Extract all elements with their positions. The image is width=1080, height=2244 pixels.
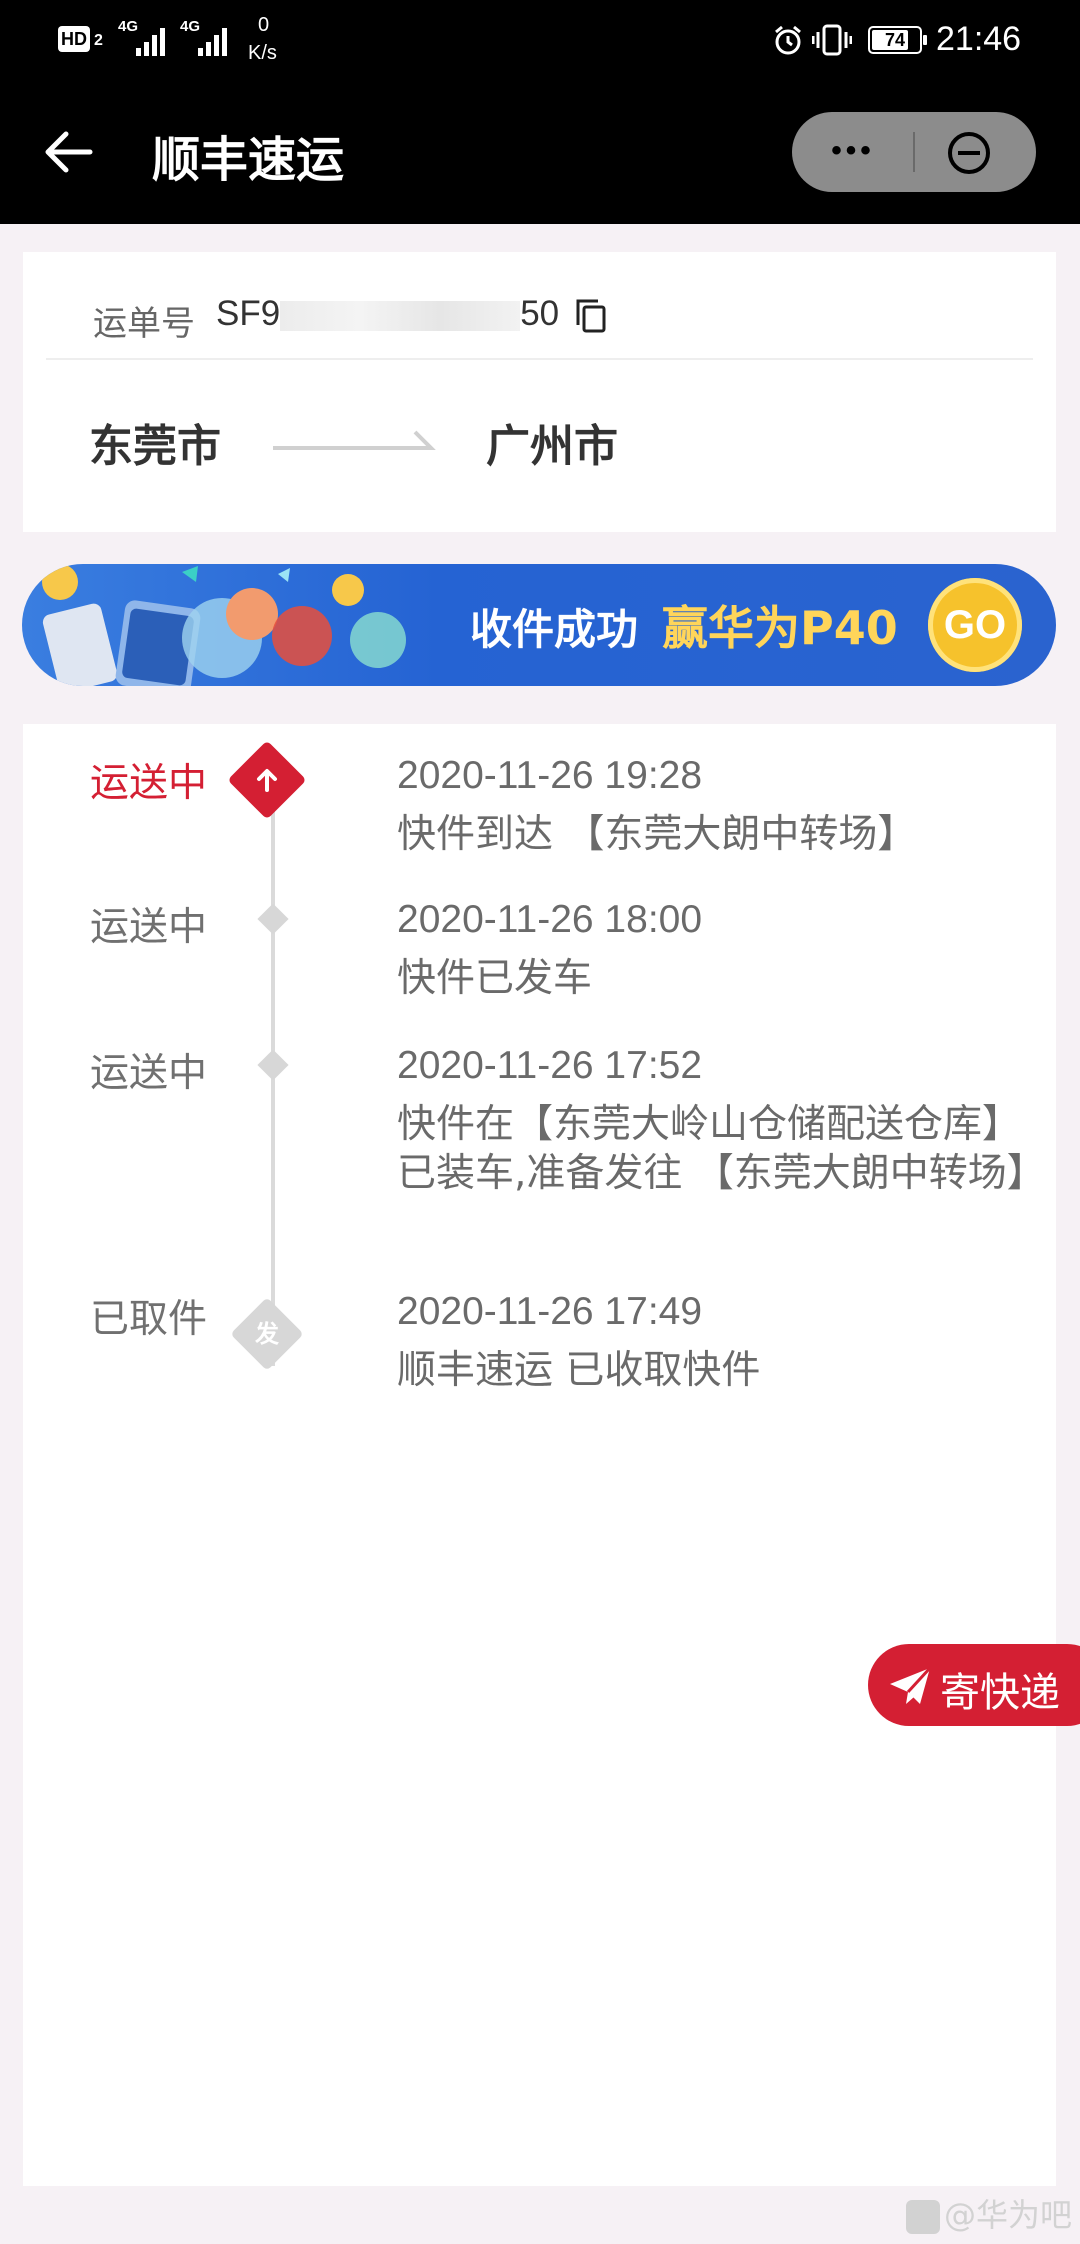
- send-express-button[interactable]: 寄快递: [868, 1644, 1080, 1726]
- signal-icon-2: [198, 28, 227, 56]
- waybill-card: 运单号 SF9 50 东莞市 广州市: [23, 252, 1056, 532]
- signal-icon: [136, 28, 165, 56]
- from-city: 东莞市: [89, 421, 221, 472]
- net-speed-value: 0: [258, 14, 270, 36]
- battery-icon: 74: [868, 26, 927, 54]
- event-desc-3: 快件在【东莞大岭山仓储配送仓库】已装车,准备发往 【东莞大朗中转场】: [397, 1102, 1046, 1196]
- event-time-4: 2020-11-26 17:49: [397, 1290, 703, 1333]
- hd-sub-label: 2: [94, 32, 103, 49]
- card-divider: [46, 358, 1033, 360]
- close-miniprogram-icon[interactable]: [946, 130, 992, 176]
- waybill-label: 运单号: [93, 304, 195, 344]
- timeline-node-2: [257, 903, 289, 935]
- to-city: 广州市: [486, 421, 618, 472]
- more-options-button[interactable]: •••: [792, 112, 914, 192]
- tracking-timeline-card: 运送中 2020-11-26 19:28 快件到达 【东莞大朗中转场】 运送中 …: [23, 724, 1056, 2186]
- arrow-up-icon: [257, 769, 277, 792]
- alarm-icon: [775, 25, 801, 55]
- event-status-4: 已取件: [90, 1297, 208, 1342]
- event-desc-2: 快件已发车: [397, 956, 593, 1001]
- origin-marker-label: 发: [255, 1320, 279, 1348]
- clock: 21:46: [936, 20, 1022, 58]
- promo-illustration: [42, 564, 406, 686]
- watermark-logo-icon: [906, 2200, 940, 2234]
- capsule-menu: •••: [792, 112, 1036, 192]
- waybill-number: SF9 50: [216, 294, 559, 334]
- waybill-number-blur: [280, 300, 521, 331]
- promo-text-main: 收件成功: [470, 605, 639, 654]
- net-speed-unit: K/s: [248, 42, 277, 64]
- promo-banner[interactable]: 收件成功 赢华为P40 GO: [22, 564, 1056, 686]
- watermark: @华为吧: [906, 2190, 1072, 2236]
- send-express-label: 寄快递: [940, 1670, 1060, 1716]
- hd-badge: HD: [58, 26, 90, 52]
- event-status-2: 运送中: [90, 905, 208, 950]
- nav-bar: 顺丰速运 •••: [0, 80, 1080, 224]
- event-status-3: 运送中: [90, 1051, 208, 1096]
- paper-plane-icon: [890, 1666, 932, 1704]
- waybill-number-head: SF9: [216, 294, 281, 333]
- event-time-2: 2020-11-26 18:00: [397, 898, 703, 941]
- copy-icon[interactable]: [571, 296, 611, 336]
- battery-level: 74: [884, 30, 906, 50]
- event-time-3: 2020-11-26 17:52: [397, 1044, 703, 1087]
- event-time-1: 2020-11-26 19:28: [397, 754, 703, 797]
- timeline-node-3: [257, 1049, 289, 1081]
- event-desc-1: 快件到达 【东莞大朗中转场】: [397, 812, 917, 857]
- promo-text-highlight: 赢华为P40: [662, 601, 898, 655]
- route-arrow-icon: [273, 430, 436, 450]
- back-arrow-icon[interactable]: [40, 122, 100, 182]
- waybill-number-tail: 50: [520, 294, 560, 333]
- page-title: 顺丰速运: [152, 132, 345, 188]
- status-bar: HD 2 4G 4G 0 K/s 74 21:46: [0, 0, 1080, 80]
- event-status-1: 运送中: [90, 761, 208, 806]
- vibrate-icon: [812, 24, 852, 56]
- event-desc-4: 顺丰速运 已收取快件: [397, 1348, 761, 1393]
- watermark-text: @华为吧: [944, 2196, 1073, 2234]
- promo-go-button[interactable]: GO: [928, 578, 1022, 672]
- capsule-divider: [913, 132, 915, 172]
